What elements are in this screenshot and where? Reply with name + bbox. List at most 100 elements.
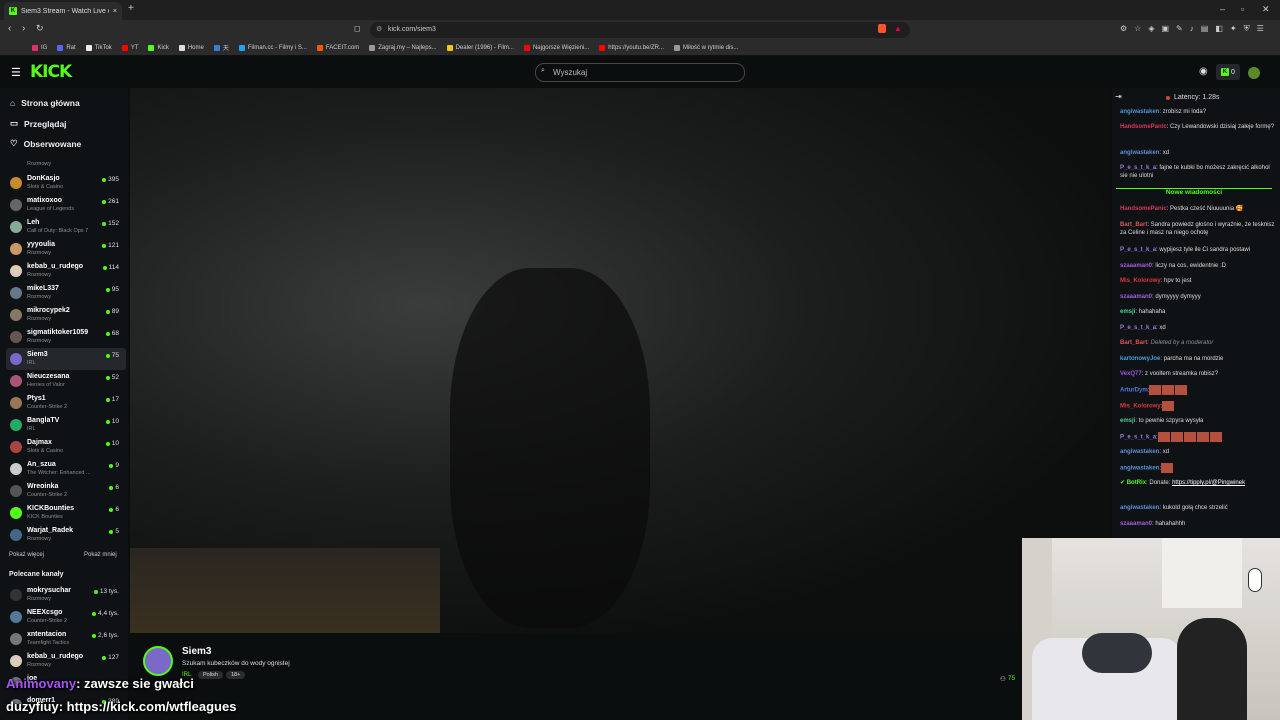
- chat-username[interactable]: BotRix: [1127, 480, 1146, 486]
- chat-username[interactable]: angiwastaken: [1120, 449, 1159, 455]
- bookmark-item[interactable]: Rat: [57, 44, 76, 51]
- forward-icon[interactable]: ›: [22, 23, 25, 34]
- chat-username[interactable]: szaaaman0: [1120, 294, 1152, 300]
- avatar[interactable]: [1248, 67, 1260, 79]
- chat-link[interactable]: https://tipply.pl/@Pingwinek: [1172, 480, 1245, 486]
- kick-logo[interactable]: KICK: [30, 62, 72, 82]
- chat-username[interactable]: angiwastaken: [1120, 109, 1159, 115]
- sidebar-channel[interactable]: yyyoulia Rozmowy 121: [6, 238, 126, 260]
- tag-language[interactable]: Polish: [198, 671, 223, 679]
- bookmark-item[interactable]: YT: [121, 44, 138, 51]
- bookmark-item[interactable]: FACEIT.com: [316, 44, 359, 51]
- tab-close-icon[interactable]: ×: [113, 8, 117, 15]
- live-dot-icon: [105, 441, 110, 446]
- chat-username[interactable]: P_e_s_t_k_a: [1120, 247, 1156, 253]
- bookmark-item[interactable]: 天: [213, 43, 229, 52]
- chat-username[interactable]: emsji: [1120, 309, 1135, 315]
- chat-username[interactable]: ArturDym: [1120, 388, 1148, 394]
- brave-rewards-icon[interactable]: ▲: [894, 24, 902, 33]
- chat-username[interactable]: VexQ77: [1120, 371, 1142, 377]
- sidebar-channel[interactable]: KICKBounties KICK Bounties 6: [6, 502, 126, 524]
- sidebar-channel[interactable]: matixoxoo League of Legends 261: [6, 194, 126, 216]
- browser-tab[interactable]: K Siem3 Stream - Watch Live o ×: [4, 2, 122, 20]
- bookmark-item[interactable]: Dealer (1996) - Film...: [446, 44, 514, 51]
- chat-username[interactable]: angiwastaken: [1120, 150, 1159, 156]
- extensions-icons[interactable]: ⚙☆◈▣✎♪▤◧✦⛨☰: [1120, 24, 1271, 34]
- chat-username[interactable]: P_e_s_t_k_a: [1120, 325, 1156, 331]
- chat-username[interactable]: szaaaman0: [1120, 263, 1152, 269]
- search-input[interactable]: Wyszukaj: [535, 63, 745, 82]
- kicks-balance[interactable]: K0: [1216, 64, 1240, 80]
- channel-category: Rozmowy: [27, 316, 52, 322]
- chat-username[interactable]: angiwastaken: [1120, 505, 1159, 511]
- streamer-name[interactable]: Siem3: [182, 646, 211, 657]
- bookmark-icon[interactable]: ◻: [354, 24, 361, 33]
- chat-username[interactable]: emsji: [1120, 418, 1135, 424]
- tag-age[interactable]: 18+: [226, 671, 246, 679]
- maximize-icon[interactable]: ▫: [1241, 4, 1244, 14]
- chat-username[interactable]: kartonowyJoe: [1120, 356, 1160, 362]
- chat-username[interactable]: P_e_s_t_k_a: [1120, 435, 1156, 441]
- chat-username[interactable]: Mis_Kolorowy: [1120, 278, 1161, 284]
- channel-avatar: [10, 221, 22, 233]
- brave-shield-icon[interactable]: [878, 24, 886, 33]
- show-more-button[interactable]: Pokaż więcej: [9, 552, 44, 558]
- sidebar-channel[interactable]: Leh Call of Duty: Black Ops 7 152: [6, 216, 126, 238]
- url-field[interactable]: kick.com/siem3: [370, 22, 910, 38]
- chat-text: : kukold gołą chce strzelić: [1159, 505, 1228, 511]
- chat-username[interactable]: angiwastaken: [1120, 466, 1159, 472]
- chat-username[interactable]: szaaaman0: [1120, 521, 1152, 527]
- sidebar-channel[interactable]: Wreoinka Counter-Strike 2 6: [6, 480, 126, 502]
- overlay-message: duzyfiuy: https://kick.com/wtfleagues: [6, 699, 237, 714]
- streamer-avatar[interactable]: [143, 646, 173, 676]
- bookmark-item[interactable]: Kick: [148, 44, 169, 51]
- chat-username[interactable]: Bart_Bart: [1120, 340, 1147, 346]
- collapse-chat-icon[interactable]: ⇥: [1115, 92, 1122, 101]
- nav-following[interactable]: ♡ Obserwowane: [10, 138, 81, 149]
- chat-username[interactable]: HandsomePanic: [1120, 206, 1167, 212]
- reload-icon[interactable]: ↻: [36, 23, 44, 34]
- sidebar-channel[interactable]: Warjat_Radek Rozmowy 5: [6, 524, 126, 546]
- sidebar-channel[interactable]: mikrocypek2 Rozmowy 89: [6, 304, 126, 326]
- sidebar-channel[interactable]: Nieuczesana Heroes of Valor 52: [6, 370, 126, 392]
- sidebar-channel[interactable]: Dajmax Slots & Casino 10: [6, 436, 126, 458]
- site-settings-icon[interactable]: ⚙: [376, 25, 382, 33]
- chat-username[interactable]: P_e_s_t_k_a: [1120, 165, 1156, 171]
- chat-username[interactable]: Mis_Kolorowy: [1120, 404, 1161, 410]
- sidebar-channel[interactable]: sigmatiktoker1059 Rozmowy 68: [6, 326, 126, 348]
- new-tab-button[interactable]: +: [128, 3, 134, 14]
- sidebar-channel[interactable]: mikeL337 Rozmowy 95: [6, 282, 126, 304]
- recommended-channel[interactable]: mokrysuchar Rozmowy 13 tys.: [6, 584, 126, 606]
- bookmark-item[interactable]: Filman.cc - Filmy i S...: [238, 44, 307, 51]
- chat-text: : zrobisz mi loda?: [1159, 109, 1207, 115]
- channel-name: mikrocypek2: [27, 307, 70, 314]
- recommended-channel[interactable]: xntentacion Teamfight Tactics 2,6 tys.: [6, 628, 126, 650]
- live-dot-icon: [105, 397, 110, 402]
- recommended-channel[interactable]: kebab_u_rudego Rozmowy 127: [6, 650, 126, 672]
- sidebar-channel[interactable]: DonKasjo Slots & Casino 395: [6, 172, 126, 194]
- menu-icon[interactable]: ☰: [11, 66, 21, 79]
- back-icon[interactable]: ‹: [8, 23, 11, 34]
- sidebar-channel[interactable]: Ptys1 Counter-Strike 2 17: [6, 392, 126, 414]
- bookmark-item[interactable]: IG: [32, 44, 47, 51]
- sidebar-channel[interactable]: Siem3 IRL 75: [6, 348, 126, 370]
- bookmark-item[interactable]: Home: [178, 44, 204, 51]
- bookmark-item[interactable]: Miłość w rytmie dis...: [674, 44, 738, 51]
- chat-username[interactable]: HandsomePanic: [1120, 124, 1167, 130]
- notifications-icon[interactable]: ◉: [1199, 66, 1208, 77]
- minimize-icon[interactable]: –: [1220, 4, 1225, 14]
- nav-browse[interactable]: ▭ Przeglądaj: [10, 118, 67, 129]
- video-player[interactable]: [130, 88, 1110, 633]
- window-close-icon[interactable]: ✕: [1262, 4, 1270, 15]
- chat-username[interactable]: Bart_Bart: [1120, 222, 1147, 228]
- nav-home[interactable]: ⌂ Strona główna: [10, 98, 80, 108]
- sidebar-channel[interactable]: BanglaTV IRL 10: [6, 414, 126, 436]
- bookmark-item[interactable]: Zagraj.my – Najleps...: [369, 44, 437, 51]
- bookmark-item[interactable]: TikTok: [85, 44, 112, 51]
- bookmark-item[interactable]: Najgorsze Więzieni...: [523, 44, 589, 51]
- sidebar-channel[interactable]: An_szua The Witcher: Enhanced ... 9: [6, 458, 126, 480]
- recommended-channel[interactable]: NEEXcsgo Counter-Strike 2 4,4 tys.: [6, 606, 126, 628]
- show-less-button[interactable]: Pokaż mniej: [84, 552, 117, 558]
- sidebar-channel[interactable]: kebab_u_rudego Rozmowy 114: [6, 260, 126, 282]
- bookmark-item[interactable]: https://youtu.be/ZR...: [599, 44, 664, 51]
